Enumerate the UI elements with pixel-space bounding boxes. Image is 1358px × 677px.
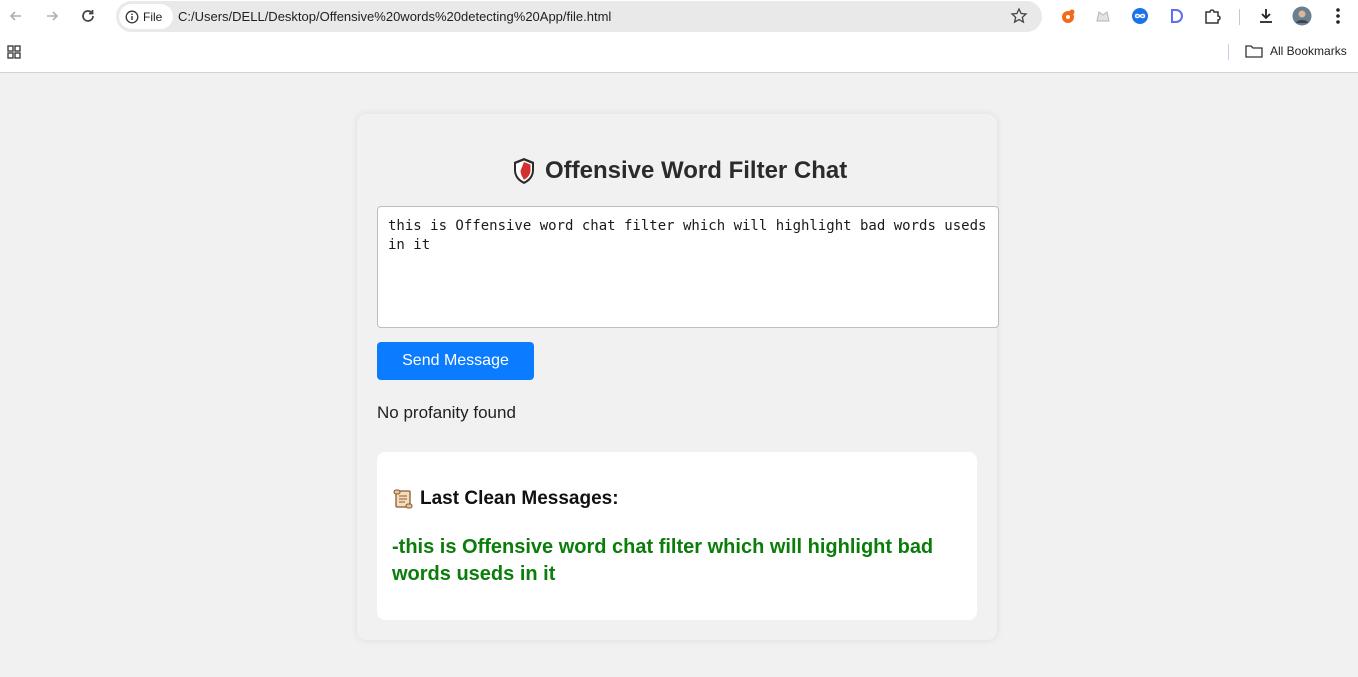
hand-extension-icon (1062, 9, 1075, 23)
d-letter-icon (1171, 9, 1183, 23)
browser-menu-button[interactable] (1327, 5, 1349, 27)
profanity-status: No profanity found (377, 403, 516, 422)
bookmark-star-icon[interactable] (1010, 7, 1028, 25)
forward-button[interactable] (40, 4, 64, 28)
page-title: Offensive Word Filter Chat (511, 157, 847, 185)
download-icon (1260, 9, 1272, 23)
browser-toolbar: File C:/Users/DELL/Desktop/Offensive%20w… (0, 0, 1358, 33)
forward-arrow-icon (47, 11, 59, 21)
reload-icon (82, 10, 94, 22)
site-info-chip[interactable]: File (119, 4, 173, 29)
back-button[interactable] (4, 4, 28, 28)
folder-icon (1245, 45, 1263, 58)
extension-orange[interactable] (1057, 5, 1079, 27)
puzzle-icon (1205, 9, 1221, 24)
extension-gray[interactable] (1092, 5, 1114, 27)
reload-button[interactable] (76, 4, 100, 28)
toolbar-divider (1239, 9, 1240, 25)
history-title-text: Last Clean Messages: (420, 488, 619, 509)
title-text: Offensive Word Filter Chat (545, 157, 848, 184)
message-input[interactable] (377, 206, 999, 328)
back-arrow-icon (9, 11, 21, 21)
clean-messages-panel: Last Clean Messages: -this is Offensive … (377, 452, 977, 620)
info-icon (125, 10, 139, 23)
history-title: Last Clean Messages: (392, 488, 619, 510)
extension-infinity[interactable] (1129, 5, 1151, 27)
clean-message-item: -this is Offensive word chat filter whic… (392, 536, 934, 585)
scheme-label: File (143, 9, 163, 24)
bookmarks-bar: All Bookmarks (0, 33, 1358, 73)
avatar (1292, 6, 1312, 26)
url-text[interactable]: C:/Users/DELL/Desktop/Offensive%20words%… (178, 9, 611, 24)
shield-icon (514, 158, 534, 184)
apps-grid-icon[interactable] (7, 45, 21, 59)
extension-d[interactable] (1165, 5, 1187, 27)
profile-button[interactable] (1291, 5, 1313, 27)
scroll-icon (393, 489, 413, 509)
bookmarks-divider (1228, 44, 1229, 60)
all-bookmarks-button[interactable]: All Bookmarks (1245, 44, 1347, 58)
downloads-button[interactable] (1255, 5, 1277, 27)
infinity-icon (1132, 8, 1148, 24)
all-bookmarks-label: All Bookmarks (1270, 44, 1347, 58)
send-message-button[interactable]: Send Message (377, 342, 534, 380)
kebab-menu-icon (1336, 8, 1340, 24)
cat-extension-icon (1096, 11, 1110, 22)
address-bar[interactable]: File C:/Users/DELL/Desktop/Offensive%20w… (116, 1, 1042, 32)
extensions-menu-button[interactable] (1201, 5, 1223, 27)
